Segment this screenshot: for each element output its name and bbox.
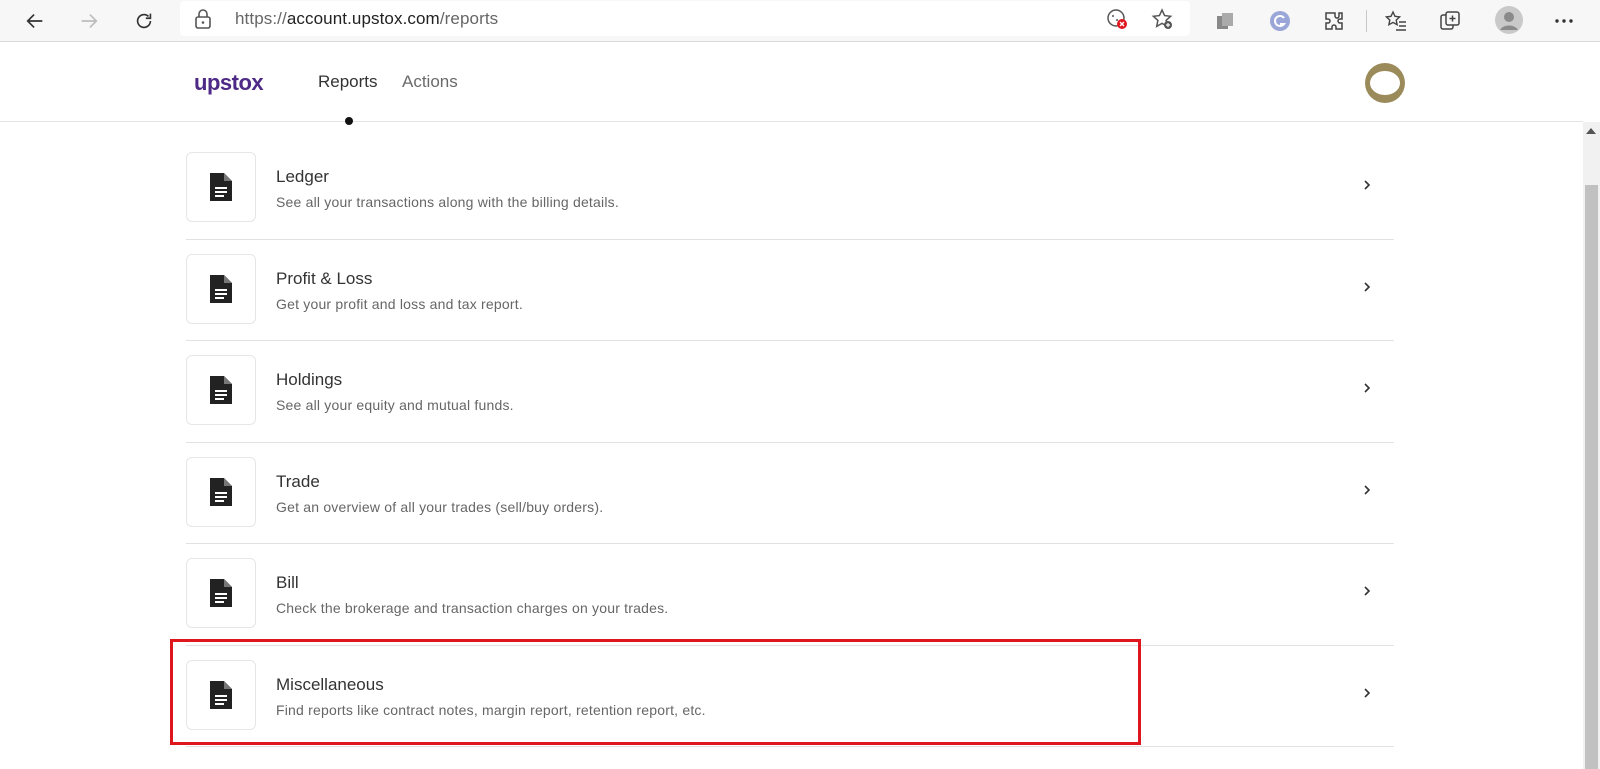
report-row-trade[interactable]: Trade Get an overview of all your trades… [186, 443, 1394, 544]
report-row-ledger[interactable]: Ledger See all your transactions along w… [186, 138, 1394, 240]
address-bar[interactable]: https://account.upstox.com/reports [180, 1, 1190, 36]
report-title: Bill [276, 573, 299, 592]
nav-actions[interactable]: Actions [402, 72, 458, 92]
report-row-holdings[interactable]: Holdings See all your equity and mutual … [186, 341, 1394, 443]
document-icon [210, 173, 232, 201]
url-text: https://account.upstox.com/reports [235, 9, 499, 28]
report-row-miscellaneous[interactable]: Miscellaneous Find reports like contract… [186, 646, 1394, 747]
grammarly-icon[interactable] [1268, 9, 1292, 33]
toolbar-separator [1366, 10, 1367, 32]
chevron-right-icon [1364, 180, 1371, 190]
extensions-puzzle-icon[interactable] [1322, 9, 1346, 33]
refresh-icon [136, 13, 152, 29]
page-scrollbar[interactable] [1583, 122, 1600, 769]
user-avatar[interactable] [1365, 63, 1405, 103]
refresh-button[interactable] [127, 4, 161, 38]
collections-extension-icon[interactable] [1213, 9, 1237, 33]
report-title: Ledger [276, 167, 329, 186]
arrow-right-icon [81, 13, 98, 29]
report-icon-box [186, 355, 256, 425]
cookie-blocked-icon[interactable] [1105, 7, 1129, 31]
document-icon [210, 376, 232, 404]
lock-icon [195, 9, 211, 29]
report-row-profit-loss[interactable]: Profit & Loss Get your profit and loss a… [186, 240, 1394, 341]
scroll-up-arrow-icon[interactable] [1586, 128, 1596, 134]
more-options-icon[interactable] [1552, 9, 1576, 33]
document-icon [210, 274, 232, 303]
document-icon [210, 477, 232, 506]
report-row-bill[interactable]: Bill Check the brokerage and transaction… [186, 544, 1394, 646]
chevron-right-icon [1364, 383, 1371, 393]
active-nav-indicator [345, 117, 353, 125]
forward-button[interactable] [72, 4, 106, 38]
add-favorite-icon[interactable] [1150, 7, 1174, 31]
report-icon-box [186, 152, 256, 222]
document-icon [210, 579, 232, 607]
report-list: Ledger See all your transactions along w… [186, 138, 1394, 747]
report-description: Get your profit and loss and tax report. [276, 295, 523, 312]
favorites-icon[interactable] [1384, 9, 1408, 33]
nav-reports[interactable]: Reports [318, 72, 378, 92]
back-button[interactable] [18, 4, 52, 38]
report-title: Trade [276, 471, 320, 491]
document-icon [210, 680, 232, 709]
report-description: Check the brokerage and transaction char… [276, 600, 669, 616]
report-icon-box [186, 456, 256, 527]
report-icon-box [186, 659, 256, 730]
report-description: Get an overview of all your trades (sell… [276, 498, 604, 515]
upstox-logo[interactable]: upstox [194, 70, 264, 96]
report-title: Holdings [276, 370, 343, 389]
report-description: Find reports like contract notes, margin… [276, 701, 706, 718]
collections-icon[interactable] [1438, 9, 1462, 33]
report-description: See all your equity and mutual funds. [276, 397, 514, 413]
report-description: See all your transactions along with the… [276, 194, 619, 210]
chevron-right-icon [1364, 586, 1371, 596]
chevron-right-icon [1364, 687, 1371, 698]
report-icon-box [186, 253, 256, 324]
app-header: upstox Reports Actions [0, 42, 1583, 125]
chevron-right-icon [1364, 281, 1371, 292]
report-icon-box [186, 558, 256, 628]
browser-toolbar: https://account.upstox.com/reports [0, 0, 1600, 42]
arrow-left-icon [26, 13, 43, 29]
report-title: Miscellaneous [276, 674, 384, 694]
chevron-right-icon [1364, 484, 1371, 495]
report-title: Profit & Loss [276, 268, 373, 288]
scroll-thumb[interactable] [1585, 185, 1598, 769]
profile-avatar-icon[interactable] [1494, 5, 1524, 35]
